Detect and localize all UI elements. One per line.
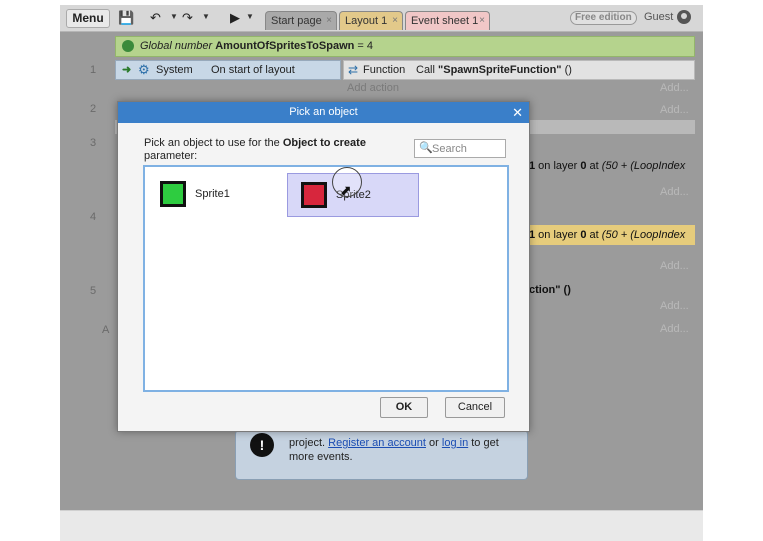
event-number: 3: [90, 137, 97, 149]
search-input[interactable]: 🔍 Search: [414, 139, 506, 158]
add-link[interactable]: Add...: [660, 260, 689, 272]
tab-label: Start page: [271, 15, 322, 27]
global-variable-row[interactable]: Global number AmountOfSpritesToSpawn = 4: [115, 36, 695, 57]
dialog-message: Pick an object to use for the Object to …: [144, 137, 366, 162]
play-icon[interactable]: ▶: [230, 10, 240, 26]
condition-text: On start of layout: [211, 64, 295, 76]
tab-layout-1[interactable]: Layout 1 ×: [339, 11, 403, 30]
function-icon: ⇄: [348, 63, 359, 77]
notice-line-1: project. Register an account or log in t…: [289, 437, 499, 449]
action-text: Call "SpawnSpriteFunction" (): [416, 64, 572, 76]
object-item-sprite1[interactable]: Sprite1: [147, 173, 279, 217]
add-link[interactable]: Add...: [660, 82, 689, 94]
redo-dropdown-icon[interactable]: ▼: [202, 12, 210, 21]
redo-icon[interactable]: ↷: [182, 10, 193, 26]
close-icon[interactable]: ×: [392, 12, 398, 30]
dialog-title: Pick an object ✕: [118, 102, 529, 123]
ok-button[interactable]: OK: [380, 397, 428, 418]
tab-label: Layout 1: [345, 15, 388, 27]
close-icon[interactable]: ×: [326, 12, 332, 30]
gear-icon: ⚙: [138, 62, 150, 77]
search-placeholder: Search: [432, 143, 467, 155]
sprite2-icon: [301, 182, 327, 208]
event-1-condition[interactable]: ➜ ⚙ System On start of layout: [115, 60, 341, 80]
close-icon[interactable]: ×: [479, 12, 485, 30]
add-event-label: A: [102, 324, 110, 336]
save-icon[interactable]: 💾: [118, 10, 134, 26]
register-link[interactable]: Register an account: [328, 437, 426, 449]
condition-object: System: [156, 64, 193, 76]
tab-start-page[interactable]: Start page ×: [265, 11, 337, 30]
trigger-arrow-icon: ➜: [122, 64, 132, 76]
event-number: 4: [90, 211, 97, 223]
dialog-title-text: Pick an object: [289, 106, 358, 118]
edition-badge[interactable]: Free edition: [570, 11, 637, 25]
globe-icon: [122, 40, 134, 52]
event-5-action-text: ction" (): [529, 284, 571, 296]
mouse-cursor-icon: ⬈: [340, 182, 352, 198]
global-var-value: = 4: [357, 40, 374, 52]
global-var-name: AmountOfSpritesToSpawn: [215, 40, 355, 52]
event-limit-notice: ! project. Register an account or log in…: [235, 430, 528, 480]
play-dropdown-icon[interactable]: ▼: [246, 12, 254, 21]
event-1-action[interactable]: ⇄ Function Call "SpawnSpriteFunction" (): [343, 60, 695, 80]
tab-event-sheet-1[interactable]: Event sheet 1 ×: [405, 11, 490, 30]
user-name[interactable]: Guest: [644, 11, 673, 23]
object-list: Sprite1 Sprite2 ⬈: [143, 165, 509, 392]
add-link[interactable]: Add...: [660, 323, 689, 335]
tab-label: Event sheet 1: [411, 15, 479, 27]
global-var-type: Global number: [140, 40, 213, 52]
undo-dropdown-icon[interactable]: ▼: [170, 12, 178, 21]
add-action-link[interactable]: Add action: [347, 82, 399, 94]
object-label: Sprite1: [195, 188, 230, 200]
search-icon: 🔍: [419, 142, 433, 154]
add-link[interactable]: Add...: [660, 104, 689, 116]
pick-object-dialog: Pick an object ✕ Pick an object to use f…: [117, 101, 530, 432]
notice-line-2: more events.: [289, 451, 353, 463]
add-link[interactable]: Add...: [660, 186, 689, 198]
add-link[interactable]: Add...: [660, 300, 689, 312]
undo-icon[interactable]: ↶: [150, 10, 161, 26]
alert-icon: !: [250, 433, 274, 457]
menu-button[interactable]: Menu: [66, 9, 110, 28]
event-4-action-text[interactable]: 1 on layer 0 at (50 + (LoopIndex: [529, 225, 695, 245]
event-number: 1: [90, 64, 97, 76]
status-strip: [60, 510, 703, 541]
cancel-button[interactable]: Cancel: [445, 397, 505, 418]
object-item-sprite2[interactable]: Sprite2 ⬈: [287, 167, 419, 217]
event-number: 5: [90, 285, 97, 297]
event-number: 2: [90, 103, 97, 115]
user-icon[interactable]: [677, 10, 691, 24]
sprite1-icon: [160, 181, 186, 207]
action-object: Function: [363, 64, 406, 76]
login-link[interactable]: log in: [442, 437, 468, 449]
event-3-action-text: 1 on layer 0 at (50 + (LoopIndex: [529, 160, 686, 172]
close-icon[interactable]: ✕: [512, 102, 523, 123]
main-toolbar: Menu 💾 ↶ ▼ ↷ ▼ ▶ ▼ Start page × Layout 1 ×…: [60, 5, 703, 32]
